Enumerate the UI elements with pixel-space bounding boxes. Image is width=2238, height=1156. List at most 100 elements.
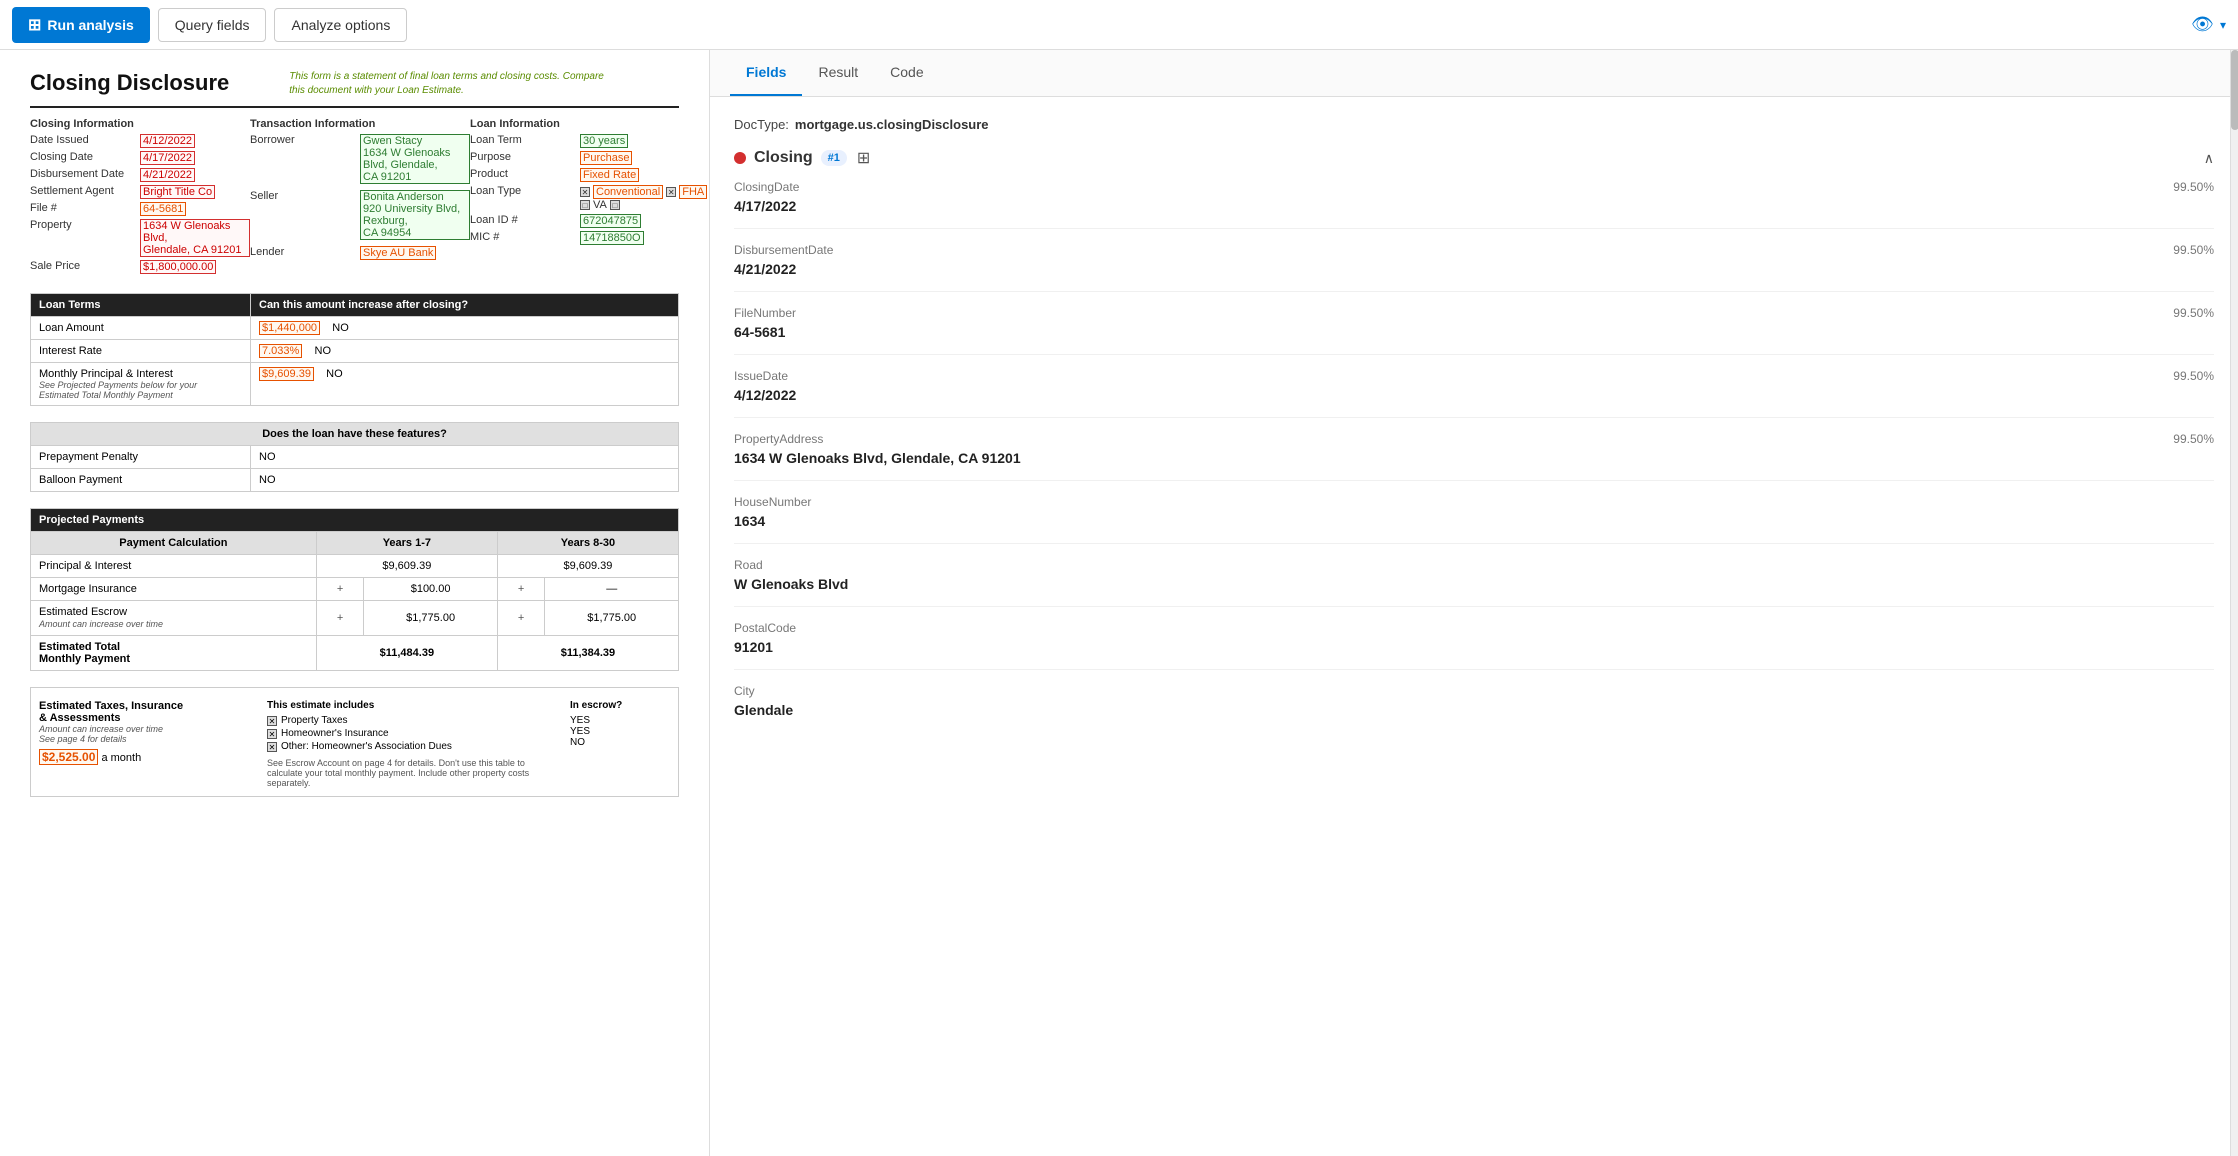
- loan-terms-table: Loan Terms Can this amount increase afte…: [30, 293, 679, 406]
- field-label-0: ClosingDate: [734, 180, 799, 194]
- analyze-options-button[interactable]: Analyze options: [274, 8, 407, 42]
- projected-payments-table: Projected Payments Payment Calculation Y…: [30, 508, 679, 671]
- field-value-5: 1634: [734, 513, 2214, 529]
- tab-fields[interactable]: Fields: [730, 50, 802, 96]
- field-label-7: PostalCode: [734, 621, 796, 635]
- features-header: Does the loan have these features?: [31, 423, 679, 446]
- section-title: Closing: [754, 149, 813, 167]
- field-label-4: PropertyAddress: [734, 432, 823, 446]
- field-value-4: 1634 W Glenoaks Blvd, Glendale, CA 91201: [734, 450, 2214, 466]
- field-row-4: PropertyAddress 99.50% 1634 W Glenoaks Blv…: [734, 432, 2214, 481]
- field-label-2: FileNumber: [734, 306, 796, 320]
- main-layout: Closing Disclosure This form is a statem…: [0, 50, 2238, 1156]
- field-row-2: FileNumber99.50%64-5681: [734, 306, 2214, 355]
- chevron-down-icon[interactable]: ▾: [2220, 18, 2226, 32]
- doc-subtitle: This form is a statement of final loan t…: [289, 70, 609, 98]
- features-table: Does the loan have these features? Prepa…: [30, 422, 679, 492]
- loan-info-title: Loan Information: [470, 118, 700, 130]
- fields-container: ClosingDate 99.50% 4/17/2022 DisbursementDa…: [734, 180, 2214, 732]
- info-mic: MIC # 14718850O: [470, 231, 700, 245]
- info-loan-term: Loan Term 30 years: [470, 134, 700, 148]
- estimated-escrow-row: Estimated EscrowAmount can increase over…: [31, 601, 679, 636]
- field-row-8: CityGlendale: [734, 684, 2214, 732]
- loan-terms-header: Loan Terms: [31, 294, 251, 317]
- panel-tabs: Fields Result Code: [710, 50, 2238, 97]
- tab-result[interactable]: Result: [802, 50, 874, 96]
- taxes-right: In escrow? YES YES NO: [570, 700, 670, 788]
- query-fields-button[interactable]: Query fields: [158, 8, 267, 42]
- taxes-row: Estimated Taxes, Insurance& Assessments …: [39, 700, 670, 788]
- monthly-payment-row: Monthly Principal & Interest See Project…: [31, 363, 679, 406]
- grid-icon[interactable]: ⊞: [857, 148, 870, 168]
- field-label-6: Road: [734, 558, 763, 572]
- field-value-2: 64-5681: [734, 324, 2214, 340]
- toolbar-right: 👁 ▾: [2191, 14, 2226, 35]
- info-purpose: Purpose Purchase: [470, 151, 700, 165]
- loan-info-col: Loan Information Loan Term 30 years Purp…: [470, 118, 700, 277]
- info-closing-date: Closing Date 4/17/2022: [30, 151, 250, 165]
- field-value-6: W Glenoaks Blvd: [734, 576, 2214, 592]
- field-confidence-4: 99.50%: [2173, 432, 2214, 446]
- field-value-3: 4/12/2022: [734, 387, 2214, 403]
- field-value-7: 91201: [734, 639, 2214, 655]
- info-lender: Lender Skye AU Bank: [250, 246, 470, 260]
- doctype-value: mortgage.us.closingDisclosure: [795, 117, 989, 132]
- field-label-5: HouseNumber: [734, 495, 811, 509]
- info-loan-type: Loan Type ✕ Conventional ✕ FHA □ VA □: [470, 185, 700, 211]
- doctype-label: DocType:: [734, 117, 789, 132]
- field-row-6: Road W Glenoaks Blvd: [734, 558, 2214, 607]
- info-date-issued: Date Issued 4/12/2022: [30, 134, 250, 148]
- years-1-7-header: Years 1-7: [316, 532, 497, 555]
- payment-calc-header: Payment Calculation: [31, 532, 317, 555]
- field-label-1: DisbursementDate: [734, 243, 833, 257]
- section-dot: [734, 152, 746, 164]
- eye-icon[interactable]: 👁: [2191, 14, 2214, 35]
- info-file-number: File # 64-5681: [30, 202, 250, 216]
- field-confidence-0: 99.50%: [2173, 180, 2214, 194]
- taxes-middle: This estimate includes ✕ Property Taxes …: [267, 700, 562, 788]
- field-confidence-1: 99.50%: [2173, 243, 2214, 257]
- scrollbar-thumb[interactable]: [2231, 50, 2238, 130]
- mortgage-insurance-row: Mortgage Insurance + $100.00 + —: [31, 578, 679, 601]
- info-property: Property 1634 W Glenoaks Blvd,Glendale, …: [30, 219, 250, 257]
- info-seller: Seller Bonita Anderson920 University Blv…: [250, 190, 470, 240]
- field-row-5: HouseNumber 1634: [734, 495, 2214, 544]
- info-sale-price: Sale Price $1,800,000.00: [30, 260, 250, 274]
- info-grid: Closing Information Date Issued 4/12/202…: [30, 118, 679, 277]
- tab-code[interactable]: Code: [874, 50, 939, 96]
- taxes-amount: $2,525.00: [39, 749, 98, 765]
- fields-panel: Fields Result Code DocType: mortgage.us.…: [710, 50, 2238, 1156]
- field-row-0: ClosingDate 99.50% 4/17/2022: [734, 180, 2214, 229]
- balloon-payment-row: Balloon Payment NO: [31, 469, 679, 492]
- section-header: Closing #1 ⊞ ∧: [734, 148, 2214, 168]
- closing-info-col: Closing Information Date Issued 4/12/202…: [30, 118, 250, 277]
- run-analysis-button[interactable]: ⊞ Run analysis: [12, 7, 150, 43]
- info-settlement-agent: Settlement Agent Bright Title Co: [30, 185, 250, 199]
- taxes-left: Estimated Taxes, Insurance& Assessments …: [39, 700, 259, 788]
- info-disbursement-date: Disbursement Date 4/21/2022: [30, 168, 250, 182]
- years-8-30-header: Years 8-30: [497, 532, 678, 555]
- document-title: Closing Disclosure: [30, 70, 229, 96]
- field-label-8: City: [734, 684, 755, 698]
- info-loan-id: Loan ID # 672047875: [470, 214, 700, 228]
- loan-amount-row: Loan Amount $1,440,000 NO: [31, 317, 679, 340]
- principal-interest-row: Principal & Interest $9,609.39 $9,609.39: [31, 555, 679, 578]
- field-label-3: IssueDate: [734, 369, 788, 383]
- field-confidence-3: 99.50%: [2173, 369, 2214, 383]
- doctype-row: DocType: mortgage.us.closingDisclosure: [734, 117, 2214, 132]
- document-panel: Closing Disclosure This form is a statem…: [0, 50, 710, 1156]
- projected-payments-header: Projected Payments: [31, 509, 679, 532]
- section-badge: #1: [821, 150, 847, 166]
- prepayment-penalty-row: Prepayment Penalty NO: [31, 446, 679, 469]
- field-row-1: DisbursementDate 99.50% 4/21/2022: [734, 243, 2214, 292]
- field-row-3: IssueDate 99.50% 4/12/2022: [734, 369, 2214, 418]
- taxes-section: Estimated Taxes, Insurance& Assessments …: [30, 687, 679, 797]
- panel-content: DocType: mortgage.us.closingDisclosure C…: [710, 97, 2238, 1156]
- collapse-icon[interactable]: ∧: [2204, 150, 2214, 167]
- field-value-0: 4/17/2022: [734, 198, 2214, 214]
- scrollbar-track[interactable]: [2230, 50, 2238, 1156]
- closing-info-title: Closing Information: [30, 118, 250, 130]
- interest-rate-row: Interest Rate 7.033% NO: [31, 340, 679, 363]
- field-value-1: 4/21/2022: [734, 261, 2214, 277]
- chart-icon: ⊞: [28, 15, 41, 35]
